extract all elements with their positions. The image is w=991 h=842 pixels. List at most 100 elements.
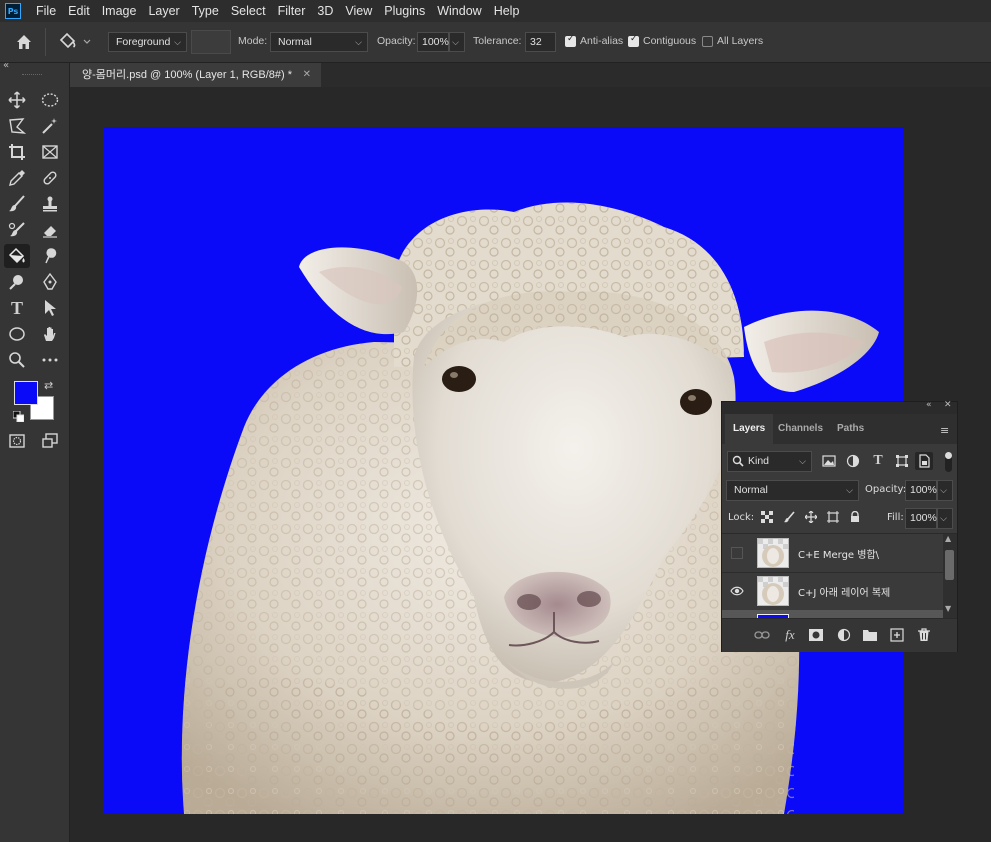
- close-tab-icon[interactable]: ✕: [303, 63, 311, 87]
- photoshop-logo-icon[interactable]: Ps: [5, 3, 21, 19]
- tab-layers[interactable]: Layers: [725, 414, 774, 444]
- smudge-tool-icon[interactable]: [37, 244, 63, 268]
- clone-stamp-icon[interactable]: [37, 192, 63, 216]
- tolerance-label: Tolerance:: [473, 35, 522, 47]
- home-icon[interactable]: [14, 32, 36, 52]
- menu-image[interactable]: Image: [96, 0, 143, 22]
- fill-input[interactable]: 100%: [905, 508, 937, 529]
- menu-layer[interactable]: Layer: [142, 0, 185, 22]
- brush-tool-icon[interactable]: [4, 192, 30, 216]
- filter-type-icon[interactable]: T: [869, 452, 887, 470]
- lock-artboard-icon[interactable]: [824, 508, 842, 526]
- antialias-checkbox[interactable]: [565, 34, 576, 47]
- search-icon: [732, 455, 744, 467]
- filter-shape-icon[interactable]: [893, 452, 911, 470]
- lock-pixels-icon[interactable]: [780, 508, 798, 526]
- hand-tool-icon[interactable]: [37, 322, 63, 346]
- close-panel-icon[interactable]: ✕: [944, 400, 952, 410]
- menu-file[interactable]: File: [30, 0, 62, 22]
- paint-bucket-icon[interactable]: [4, 244, 30, 268]
- fill-slider-toggle[interactable]: ⌵: [937, 508, 953, 529]
- fx-icon[interactable]: fx: [781, 626, 799, 644]
- layer-row[interactable]: C+J 아래 레이어 복제: [722, 572, 943, 611]
- menu-help[interactable]: Help: [488, 0, 526, 22]
- panel-menu-icon[interactable]: ≡: [940, 424, 949, 437]
- magic-wand-icon[interactable]: [37, 114, 63, 138]
- lock-position-icon[interactable]: [802, 508, 820, 526]
- panel-tabs: Layers Channels Paths ≡: [722, 414, 957, 444]
- path-selection-icon[interactable]: [37, 296, 63, 320]
- filter-smart-object-icon[interactable]: [915, 452, 933, 470]
- layer-row[interactable]: C+E Merge 병합\: [722, 534, 943, 573]
- filter-toggle-switch[interactable]: [945, 452, 952, 472]
- tab-channels[interactable]: Channels: [770, 414, 831, 444]
- opacity-input[interactable]: 100%: [417, 32, 449, 52]
- link-layers-icon[interactable]: [753, 626, 771, 644]
- foreground-color-swatch[interactable]: [14, 381, 38, 405]
- panel-header[interactable]: « ✕: [722, 400, 957, 414]
- elliptical-marquee-icon[interactable]: [37, 88, 63, 112]
- collapse-panel-icon[interactable]: «: [926, 400, 932, 410]
- menu-3d[interactable]: 3D: [311, 0, 339, 22]
- crop-tool-icon[interactable]: [4, 140, 30, 164]
- new-layer-icon[interactable]: [888, 626, 906, 644]
- layer-opacity-input[interactable]: 100%: [905, 480, 937, 501]
- menu-plugins[interactable]: Plugins: [378, 0, 431, 22]
- document-tab[interactable]: 양-몸머리.psd @ 100% (Layer 1, RGB/8#) * ✕: [70, 63, 321, 87]
- menu-edit[interactable]: Edit: [62, 0, 96, 22]
- blend-mode-dropdown[interactable]: Normal ⌵: [726, 480, 859, 501]
- default-colors-icon[interactable]: [12, 410, 25, 423]
- quick-mask-icon[interactable]: [4, 429, 30, 453]
- layer-row-selected[interactable]: [722, 610, 943, 618]
- adjustment-layer-icon[interactable]: [835, 626, 853, 644]
- tolerance-input[interactable]: 32: [525, 32, 556, 52]
- filter-pixel-icon[interactable]: [820, 452, 838, 470]
- lock-all-icon[interactable]: [846, 508, 864, 526]
- menu-type[interactable]: Type: [186, 0, 225, 22]
- eyedropper-icon[interactable]: [4, 166, 30, 190]
- pattern-picker[interactable]: [191, 30, 231, 54]
- history-brush-icon[interactable]: [4, 218, 30, 242]
- more-tools-icon[interactable]: [37, 348, 63, 372]
- tab-paths[interactable]: Paths: [829, 414, 872, 444]
- filter-adjustment-icon[interactable]: [844, 452, 862, 470]
- screen-mode-icon[interactable]: [37, 429, 63, 453]
- menu-view[interactable]: View: [339, 0, 378, 22]
- swap-colors-icon[interactable]: ⇄: [44, 379, 53, 392]
- contiguous-checkbox[interactable]: [628, 34, 639, 47]
- layer-visibility-toggle[interactable]: [731, 547, 743, 559]
- eraser-tool-icon[interactable]: [37, 218, 63, 242]
- lock-transparent-icon[interactable]: [758, 508, 776, 526]
- document-tab-title: 양-몸머리.psd @ 100% (Layer 1, RGB/8#) *: [82, 69, 292, 81]
- menu-window[interactable]: Window: [431, 0, 487, 22]
- lasso-tool-icon[interactable]: [4, 114, 30, 138]
- toolbox-grip[interactable]: [22, 74, 42, 77]
- add-mask-icon[interactable]: [807, 626, 825, 644]
- pen-tool-icon[interactable]: [37, 270, 63, 294]
- layers-panel: « ✕ Layers Channels Paths ≡ Kind ⌵ T Norm…: [721, 400, 958, 652]
- layer-list-scrollbar[interactable]: ▲ ▼: [943, 534, 957, 618]
- dodge-tool-icon[interactable]: [4, 270, 30, 294]
- type-tool-icon[interactable]: T: [4, 296, 30, 320]
- collapse-toolbox-icon[interactable]: «: [3, 60, 9, 71]
- eye-icon[interactable]: [730, 584, 744, 598]
- fill-source-dropdown[interactable]: Foreground ⌵: [108, 32, 187, 52]
- scroll-up-icon[interactable]: ▲: [945, 534, 951, 543]
- ellipse-tool-icon[interactable]: [4, 322, 30, 346]
- new-group-icon[interactable]: [861, 626, 879, 644]
- delete-layer-icon[interactable]: [915, 626, 933, 644]
- zoom-tool-icon[interactable]: [4, 348, 30, 372]
- menu-select[interactable]: Select: [225, 0, 272, 22]
- move-tool-icon[interactable]: [4, 88, 30, 112]
- scroll-down-icon[interactable]: ▼: [945, 604, 951, 613]
- all-layers-checkbox[interactable]: [702, 36, 713, 47]
- opacity-slider-toggle[interactable]: ⌵: [449, 32, 465, 52]
- scrollbar-thumb[interactable]: [945, 550, 954, 580]
- frame-tool-icon[interactable]: [37, 140, 63, 164]
- mode-dropdown[interactable]: Normal ⌵: [270, 32, 368, 52]
- layer-opacity-slider-toggle[interactable]: ⌵: [937, 480, 953, 501]
- layer-opacity-label: Opacity:: [865, 484, 907, 495]
- menu-filter[interactable]: Filter: [272, 0, 312, 22]
- healing-brush-icon[interactable]: [37, 166, 63, 190]
- tool-preset-picker[interactable]: [57, 31, 95, 53]
